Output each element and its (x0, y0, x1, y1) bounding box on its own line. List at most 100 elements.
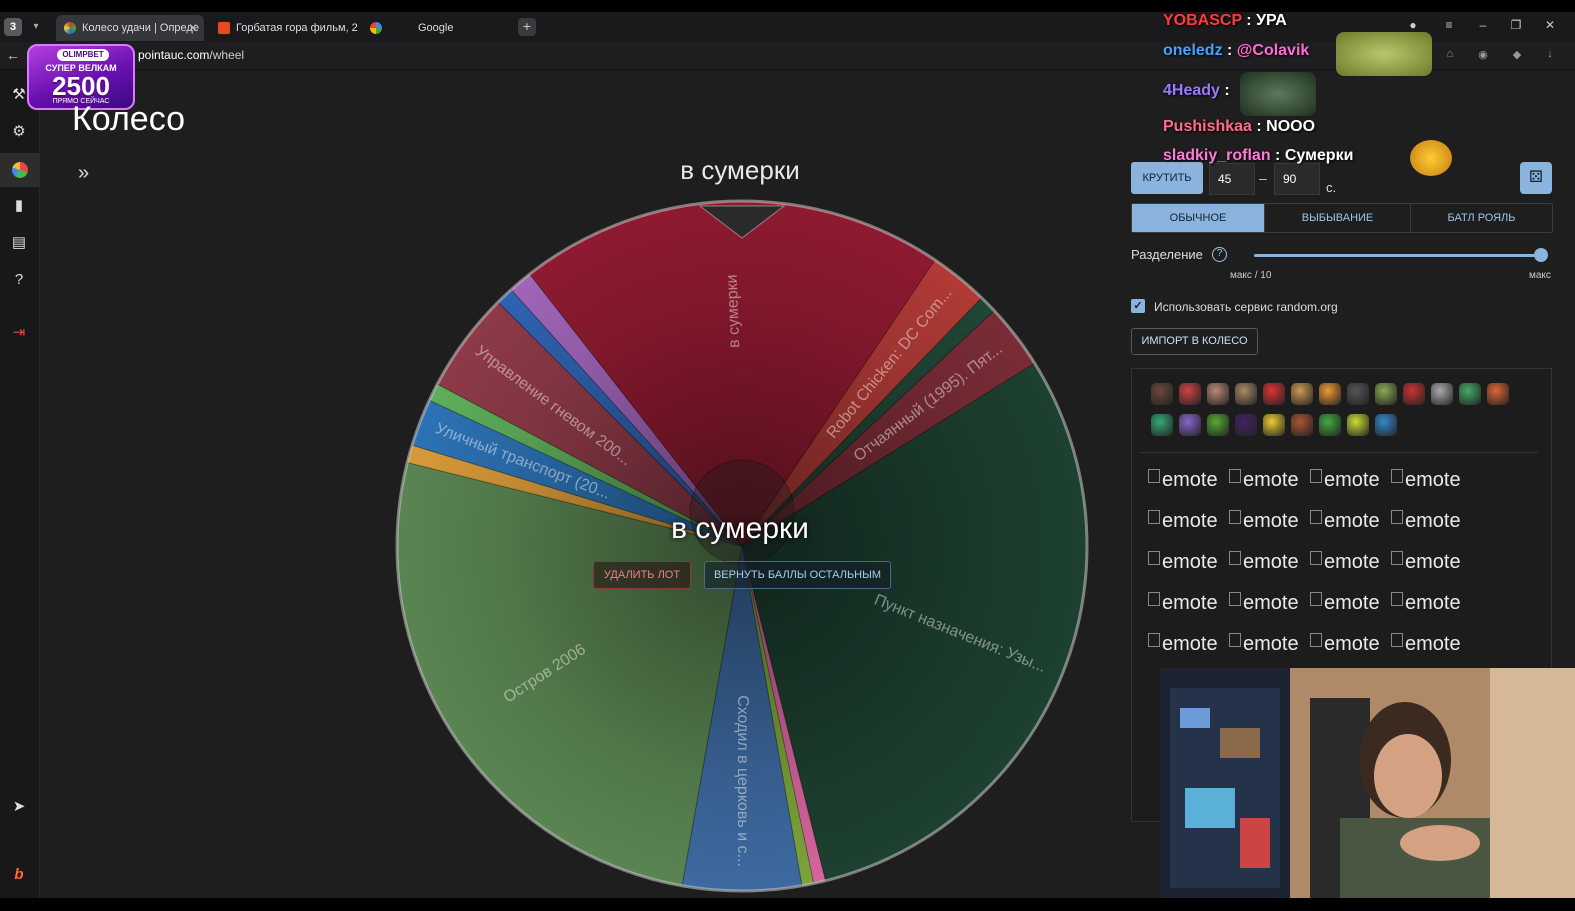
random-org-checkbox[interactable]: ✓ (1131, 299, 1145, 313)
bookmark-icon[interactable]: ⌂ (1443, 48, 1457, 62)
emote-icon[interactable] (1431, 383, 1453, 405)
import-to-wheel-button[interactable]: ИМПОРТ В КОЛЕСО (1131, 328, 1258, 355)
emote-icon[interactable] (1375, 383, 1397, 405)
tab-wheel[interactable]: Колесо удачи | Опреде ✕ (56, 15, 204, 41)
tab-battle-royale[interactable]: БАТЛ РОЯЛЬ (1410, 204, 1552, 232)
emote-icon[interactable] (1291, 383, 1313, 405)
spin-max-input[interactable]: 90 (1274, 163, 1320, 195)
sidebar: ⚒ ⚙ ▮ ▤ ? ⇥ ➤ b (0, 70, 40, 900)
bottom-border (0, 898, 1575, 911)
tab-count-badge[interactable]: 3 (4, 18, 22, 36)
broken-emote-image[interactable]: emote (1310, 510, 1390, 533)
tab-movie[interactable]: Горбатая гора фильм, 20 (210, 15, 358, 41)
chat-separator: : (1241, 12, 1257, 29)
emote-icon[interactable] (1403, 383, 1425, 405)
emote-icon[interactable] (1347, 383, 1369, 405)
split-slider-track[interactable] (1254, 254, 1542, 257)
download-icon[interactable]: ↓ (1543, 48, 1557, 62)
broken-emote-image[interactable]: emote (1229, 510, 1309, 533)
emote-icon[interactable] (1375, 414, 1397, 436)
mic-icon[interactable]: ● (1404, 18, 1422, 32)
delete-lot-button[interactable]: УДАЛИТЬ ЛОТ (593, 561, 691, 589)
emote-icon[interactable] (1487, 383, 1509, 405)
broken-emote-image[interactable]: emote (1229, 551, 1309, 574)
minimize-icon[interactable]: – (1474, 18, 1492, 32)
emote-icon[interactable] (1319, 414, 1341, 436)
tab-normal[interactable]: ОБЫЧНОЕ (1132, 204, 1264, 232)
split-label: Разделение (1131, 247, 1203, 262)
help-circle-icon[interactable]: ? (8, 269, 30, 291)
spin-button[interactable]: КРУТИТЬ (1131, 162, 1203, 194)
emote-icon[interactable] (1319, 383, 1341, 405)
broken-emote-image[interactable]: emote (1310, 469, 1390, 492)
tab-google[interactable]: Google (364, 15, 512, 41)
emote-icon[interactable] (1179, 414, 1201, 436)
broken-emote-image[interactable]: emote (1391, 592, 1471, 615)
chat-separator: : (1270, 147, 1285, 164)
gear-icon[interactable]: ⚙ (8, 121, 30, 143)
top-border (0, 0, 1575, 12)
emote-icon[interactable] (1207, 383, 1229, 405)
tab-label: Google (418, 22, 454, 34)
bar-chart-icon[interactable]: ▮ (8, 195, 30, 217)
broken-emote-image[interactable]: emote (1391, 633, 1471, 656)
clipboard-icon[interactable]: ▤ (8, 232, 30, 254)
emote-icon[interactable] (1207, 414, 1229, 436)
emote-icon[interactable] (1151, 383, 1173, 405)
broken-emote-image[interactable]: emote (1229, 592, 1309, 615)
tabs-dropdown-icon[interactable]: ▾ (28, 19, 44, 35)
brand-logo-icon[interactable]: b (8, 864, 30, 886)
broken-emote-image[interactable]: emote (1148, 510, 1228, 533)
broken-emote-image[interactable]: emote (1391, 469, 1471, 492)
expand-panel-icon[interactable]: » (78, 162, 89, 185)
return-points-button[interactable]: ВЕРНУТЬ БАЛЛЫ ОСТАЛЬНЫМ (704, 561, 891, 589)
broken-emote-image[interactable]: emote (1310, 592, 1390, 615)
broken-emote-image[interactable]: emote (1229, 633, 1309, 656)
broken-emote-image[interactable]: emote (1310, 633, 1390, 656)
logout-icon[interactable]: ⇥ (8, 322, 30, 344)
help-icon[interactable]: ? (1212, 247, 1227, 262)
broken-emote-image[interactable]: emote (1148, 469, 1228, 492)
dice-icon[interactable]: ⚄ (1520, 162, 1552, 194)
broken-emote-image[interactable]: emote (1310, 551, 1390, 574)
emote-icon[interactable] (1263, 383, 1285, 405)
spin-min-input[interactable]: 45 (1209, 163, 1255, 195)
menu-icon[interactable]: ≡ (1440, 18, 1458, 32)
broken-emote-image[interactable]: emote (1391, 551, 1471, 574)
emote-icon[interactable] (1235, 383, 1257, 405)
winner-title: в сумерки (680, 155, 800, 185)
window-close-icon[interactable]: ✕ (1541, 18, 1559, 32)
face-emote-icon (1240, 72, 1316, 116)
split-slider-thumb[interactable] (1534, 248, 1548, 262)
chat-separator: : (1222, 42, 1237, 59)
url-field[interactable]: pointauc.com/wheel (138, 48, 244, 62)
slider-max-label: макс (1529, 270, 1551, 281)
screaming-emote-icon (1410, 140, 1452, 176)
broken-emote-image[interactable]: emote (1148, 551, 1228, 574)
wheel-nav-icon[interactable] (0, 153, 40, 187)
new-tab-button[interactable]: + (518, 18, 536, 36)
broken-emote-image[interactable]: emote (1229, 469, 1309, 492)
tab-elimination[interactable]: ВЫБЫВАНИЕ (1264, 204, 1410, 232)
emote-icon[interactable] (1291, 414, 1313, 436)
emote-icon[interactable] (1347, 414, 1369, 436)
promo-amount: 2500 (52, 71, 110, 101)
extension-icon[interactable]: ◉ (1476, 48, 1490, 62)
emote-icon[interactable] (1459, 383, 1481, 405)
chat-text: NOOO (1266, 118, 1316, 135)
ublock-icon[interactable]: ◆ (1510, 48, 1524, 62)
broken-emote-image[interactable]: emote (1148, 592, 1228, 615)
webcam-feed (1160, 668, 1575, 898)
emote-icon[interactable] (1263, 414, 1285, 436)
back-arrow-icon[interactable]: ← (4, 46, 22, 64)
telegram-icon[interactable]: ➤ (8, 796, 30, 818)
prize-wheel[interactable]: в сумерки Robot Chicken: DC Com...Отчаянн… (392, 196, 1092, 896)
chat-username: 4Heady (1163, 82, 1220, 99)
emote-icon[interactable] (1235, 414, 1257, 436)
restore-icon[interactable]: ❐ (1507, 18, 1525, 32)
emote-icon[interactable] (1151, 414, 1173, 436)
emote-icon[interactable] (1179, 383, 1201, 405)
broken-emote-image[interactable]: emote (1391, 510, 1471, 533)
close-icon[interactable]: ✕ (188, 15, 198, 41)
broken-emote-image[interactable]: emote (1148, 633, 1228, 656)
